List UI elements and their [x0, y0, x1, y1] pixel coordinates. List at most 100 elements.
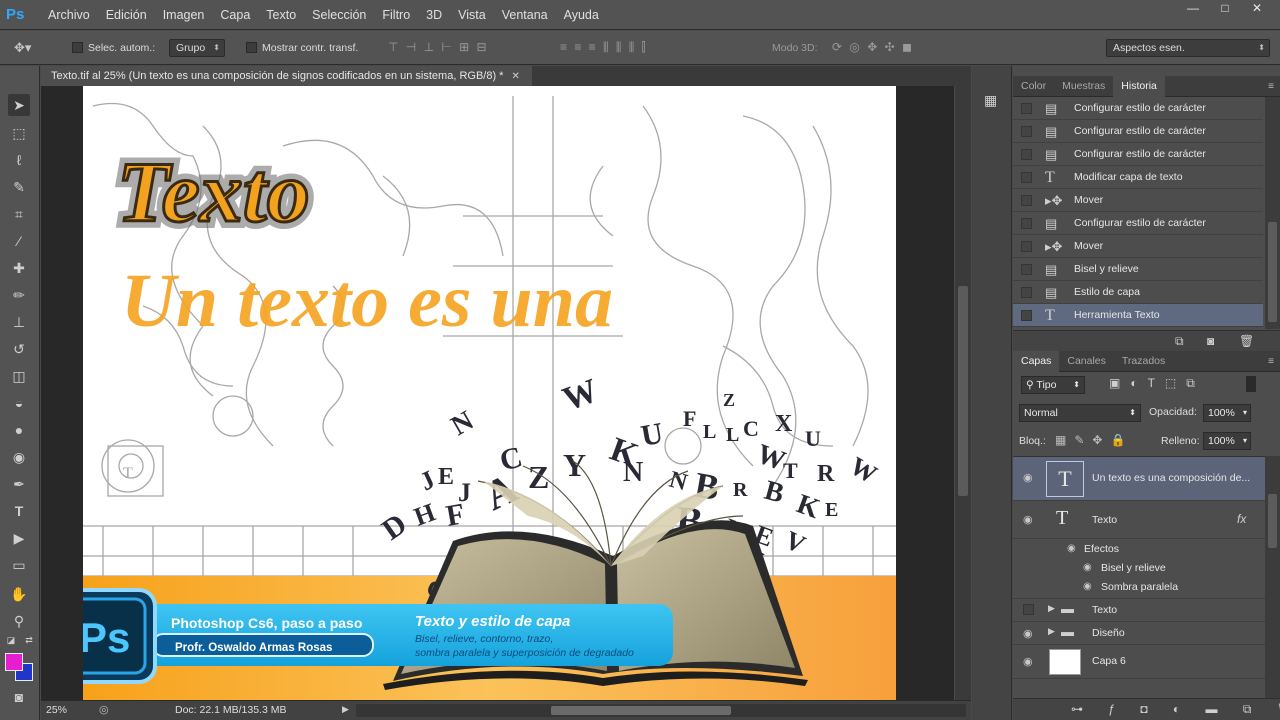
distribute-icons[interactable]: ≡ ≡ ≡ ⫼ ⫼ ⫼ ⫿ [560, 40, 647, 55]
history-item[interactable]: ▤ Bisel y relieve [1013, 258, 1263, 281]
align-icons[interactable]: ⊤ ⊣ ⊥ ⊢ ⊞ ⊟ [388, 40, 489, 54]
brush-tool-icon[interactable]: ✏ [8, 284, 30, 306]
layer-effects-icon[interactable]: fx [1237, 512, 1246, 526]
close-button[interactable]: ✕ [1242, 0, 1272, 18]
history-item-selected[interactable]: T Herramienta Texto [1013, 304, 1263, 327]
lock-icons[interactable]: ▦✎✥🔒 [1055, 433, 1133, 447]
layer-row-selected[interactable]: ◉ T Un texto es una composición de... [1013, 457, 1265, 501]
default-colors-icon[interactable]: ◪ [4, 634, 18, 646]
tab-capas[interactable]: Capas [1013, 351, 1060, 372]
group-row[interactable]: ▶ ▬ Texto [1013, 599, 1265, 622]
visibility-toggle-empty[interactable] [1023, 604, 1034, 615]
snapshot-checkbox[interactable] [1021, 287, 1032, 298]
effects-row[interactable]: ◉ Efectos [1013, 539, 1265, 559]
eye-icon[interactable]: ◉ [1023, 471, 1033, 484]
canvas-horizontal-scrollbar[interactable] [356, 704, 966, 717]
zoom-level[interactable]: 25% [46, 704, 67, 716]
trash-icon[interactable]: 🗑 [1239, 334, 1254, 348]
type-tool-icon[interactable]: T [8, 500, 30, 522]
status-menu-arrow-icon[interactable]: ▶ [342, 704, 349, 715]
history-brush-tool-icon[interactable]: ↺ [8, 338, 30, 360]
menu-imagen[interactable]: Imagen [155, 0, 213, 30]
expand-arrow-icon[interactable]: ▶ [1048, 603, 1055, 614]
workspace-dropdown[interactable]: Aspectos esen. ⬍ [1106, 39, 1270, 57]
snapshot-checkbox[interactable] [1021, 195, 1032, 206]
filter-toggle-switch[interactable] [1246, 376, 1256, 392]
document-tab[interactable]: Texto.tif al 25% (Un texto es una compos… [41, 66, 532, 86]
dodge-tool-icon[interactable]: ◉ [8, 446, 30, 468]
history-item[interactable]: T Modificar capa de texto [1013, 166, 1263, 189]
group-row[interactable]: ◉ ▶ ▬ Diseño [1013, 622, 1265, 645]
canvas-vertical-scrollbar[interactable] [955, 86, 971, 700]
swap-colors-icon[interactable]: ⇄ [22, 634, 36, 646]
layers-footer-icons[interactable]: ⊶ ƒ ◘ ◐ ▬ ⧉ 🗑 [1071, 702, 1280, 717]
layer-row[interactable]: ◉ T Texto fx [1013, 501, 1265, 539]
tab-historia[interactable]: Historia [1113, 76, 1165, 97]
history-item[interactable]: ▤ Estilo de capa [1013, 281, 1263, 304]
minimize-button[interactable]: — [1178, 0, 1208, 18]
fill-input[interactable]: 100% ▾ [1203, 432, 1251, 450]
pen-tool-icon[interactable]: ✒ [8, 473, 30, 495]
history-item[interactable]: ▤ Configurar estilo de carácter [1013, 212, 1263, 235]
snapshot-checkbox[interactable] [1021, 149, 1032, 160]
panel-menu-icon[interactable]: ≡ [1268, 76, 1274, 97]
tab-canales[interactable]: Canales [1059, 351, 1114, 372]
layer-filter-icons[interactable]: ▣◐T⬚⧉ [1109, 376, 1205, 391]
opacity-input[interactable]: 100% ▾ [1203, 404, 1251, 422]
crop-tool-icon[interactable]: ⌗ [8, 203, 30, 225]
zoom-tool-icon[interactable]: ⚲ [8, 610, 30, 632]
show-transform-checkbox[interactable]: Mostrar contr. transf. [246, 40, 358, 56]
snapshot-checkbox[interactable] [1021, 103, 1032, 114]
effect-row[interactable]: ◉ Bisel y relieve [1013, 559, 1265, 578]
menu-texto[interactable]: Texto [258, 0, 304, 30]
menu-archivo[interactable]: Archivo [40, 0, 98, 30]
menu-capa[interactable]: Capa [212, 0, 258, 30]
scroll-thumb[interactable] [551, 706, 731, 715]
auto-select-dropdown[interactable]: Grupo ⬍ [169, 39, 225, 57]
menu-ventana[interactable]: Ventana [494, 0, 556, 30]
snapshot-checkbox[interactable] [1021, 218, 1032, 229]
paint-bucket-tool-icon[interactable]: ◒ [8, 392, 30, 414]
rectangle-tool-icon[interactable]: ▭ [8, 554, 30, 576]
properties-panel-icon[interactable]: ▦ [984, 92, 997, 109]
clone-stamp-tool-icon[interactable]: ⊥ [8, 311, 30, 333]
blend-mode-dropdown[interactable]: Normal ⬍ [1019, 404, 1141, 422]
layer-row[interactable]: ◉ Capa 6 [1013, 645, 1265, 679]
healing-brush-tool-icon[interactable]: ✚ [8, 257, 30, 279]
eye-icon[interactable]: ◉ [1023, 655, 1033, 668]
scroll-thumb[interactable] [958, 286, 968, 496]
eye-icon[interactable]: ◉ [1023, 513, 1033, 526]
snapshot-checkbox[interactable] [1021, 264, 1032, 275]
tab-trazados[interactable]: Trazados [1114, 351, 1173, 372]
menu-ayuda[interactable]: Ayuda [556, 0, 607, 30]
history-item[interactable]: ▤ Configurar estilo de carácter [1013, 120, 1263, 143]
auto-select-checkbox[interactable]: Selec. autom.: [72, 40, 155, 56]
tab-muestras[interactable]: Muestras [1054, 76, 1113, 97]
document-canvas[interactable]: T Texto Texto Un texto es una W N C Y K [83, 86, 896, 700]
move-tool-preset-icon[interactable]: ✥▾ [14, 40, 31, 56]
history-item[interactable]: ▸✥ Mover [1013, 235, 1263, 258]
history-item[interactable]: ▤ Configurar estilo de carácter [1013, 143, 1263, 166]
history-item[interactable]: ▤ Configurar estilo de carácter [1013, 97, 1263, 120]
effect-row[interactable]: ◉ Sombra paralela [1013, 578, 1265, 599]
maximize-button[interactable]: □ [1210, 0, 1240, 18]
path-selection-tool-icon[interactable]: ▶ [8, 527, 30, 549]
scroll-thumb[interactable] [1268, 222, 1277, 322]
lasso-tool-icon[interactable]: ℓ [8, 149, 30, 171]
quick-mask-icon[interactable]: ◙ [8, 686, 30, 708]
scroll-thumb[interactable] [1268, 494, 1277, 548]
hand-tool-icon[interactable]: ✋ [8, 583, 30, 605]
menu-3d[interactable]: 3D [418, 0, 450, 30]
blur-tool-icon[interactable]: ● [8, 419, 30, 441]
eyedropper-tool-icon[interactable]: ⁄ [8, 230, 30, 252]
snapshot-checkbox[interactable] [1021, 126, 1032, 137]
history-scrollbar[interactable] [1265, 97, 1280, 329]
close-tab-icon[interactable]: ✕ [511, 71, 519, 82]
eye-icon[interactable]: ◉ [1023, 627, 1033, 640]
eraser-tool-icon[interactable]: ◫ [8, 365, 30, 387]
expand-arrow-icon[interactable]: ▶ [1048, 626, 1055, 637]
eye-icon[interactable]: ◉ [1083, 581, 1092, 592]
new-document-from-state-icon[interactable]: ⧉ [1175, 334, 1184, 349]
tab-color[interactable]: Color [1013, 76, 1054, 97]
menu-seleccion[interactable]: Selección [304, 0, 374, 30]
